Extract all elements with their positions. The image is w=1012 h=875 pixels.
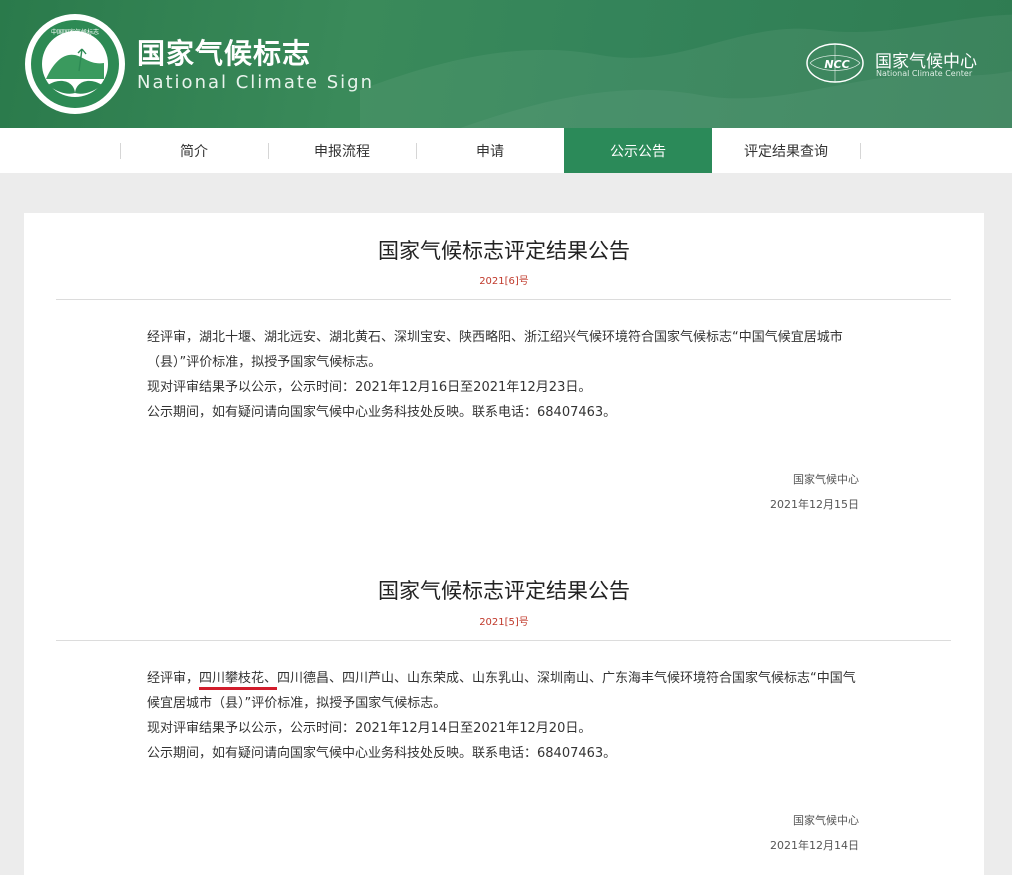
ncc-logo[interactable]: NCC	[804, 41, 866, 85]
divider	[56, 640, 951, 641]
notice-title: 国家气候标志评定结果公告	[378, 239, 630, 263]
nav-item-apply[interactable]: 申请	[416, 128, 564, 173]
notice-paragraph: 公示期间，如有疑问请向国家气候中心业务科技处反映。联系电话：68407463。	[147, 405, 617, 420]
highlighted-city: 四川攀枝花、	[199, 671, 278, 690]
site-header: 中国国家气候标志 国家气候标志 National Climate Sign NC…	[0, 0, 1012, 128]
nav-item-process[interactable]: 申报流程	[268, 128, 416, 173]
paragraph-prefix: 经评审，	[147, 671, 200, 686]
notice-date: 2021年12月14日	[770, 839, 859, 852]
notice-paragraph: 经评审，湖北十堰、湖北远安、湖北黄石、深圳宝安、陕西略阳、浙江绍兴气候环境符合国…	[147, 330, 843, 370]
site-title-en: National Climate Sign	[137, 72, 374, 93]
nav-separator	[860, 143, 861, 159]
notice-paragraph: 现对评审结果予以公示，公示时间：2021年12月14日至2021年12月20日。	[147, 721, 592, 736]
notice-signer: 国家气候中心	[793, 814, 859, 827]
nav-item-intro[interactable]: 简介	[120, 128, 268, 173]
notice-title: 国家气候标志评定结果公告	[378, 579, 630, 603]
content-card: 国家气候标志评定结果公告 2021[6]号 经评审，湖北十堰、湖北远安、湖北黄石…	[24, 213, 984, 875]
notice-date: 2021年12月15日	[770, 498, 859, 511]
notice-number: 2021[5]号	[479, 617, 529, 628]
org-name-en: National Climate Center	[876, 69, 973, 78]
nav-item-announcements[interactable]: 公示公告	[564, 128, 712, 173]
logo-ring-text: 中国国家气候标志	[51, 28, 99, 36]
notice-paragraph: 现对评审结果予以公示，公示时间：2021年12月16日至2021年12月23日。	[147, 380, 592, 395]
main-nav: 简介 申报流程 申请 公示公告 评定结果查询	[0, 128, 1012, 173]
divider	[56, 299, 951, 300]
national-climate-sign-logo[interactable]: 中国国家气候标志	[24, 13, 126, 115]
nav-item-result-query[interactable]: 评定结果查询	[712, 128, 860, 173]
notice-number: 2021[6]号	[479, 276, 529, 287]
notice-paragraph: 经评审，四川攀枝花、四川德昌、四川芦山、山东荣成、山东乳山、深圳南山、广东海丰气…	[147, 666, 860, 716]
ncc-logo-text: NCC	[824, 58, 849, 71]
notice-body: 经评审，四川攀枝花、四川德昌、四川芦山、山东荣成、山东乳山、深圳南山、广东海丰气…	[147, 666, 860, 766]
site-title-cn: 国家气候标志	[137, 37, 312, 70]
notice-signer: 国家气候中心	[793, 473, 859, 486]
notice-paragraph: 公示期间，如有疑问请向国家气候中心业务科技处反映。联系电话：68407463。	[147, 746, 617, 761]
notice-body: 经评审，湖北十堰、湖北远安、湖北黄石、深圳宝安、陕西略阳、浙江绍兴气候环境符合国…	[147, 325, 860, 425]
